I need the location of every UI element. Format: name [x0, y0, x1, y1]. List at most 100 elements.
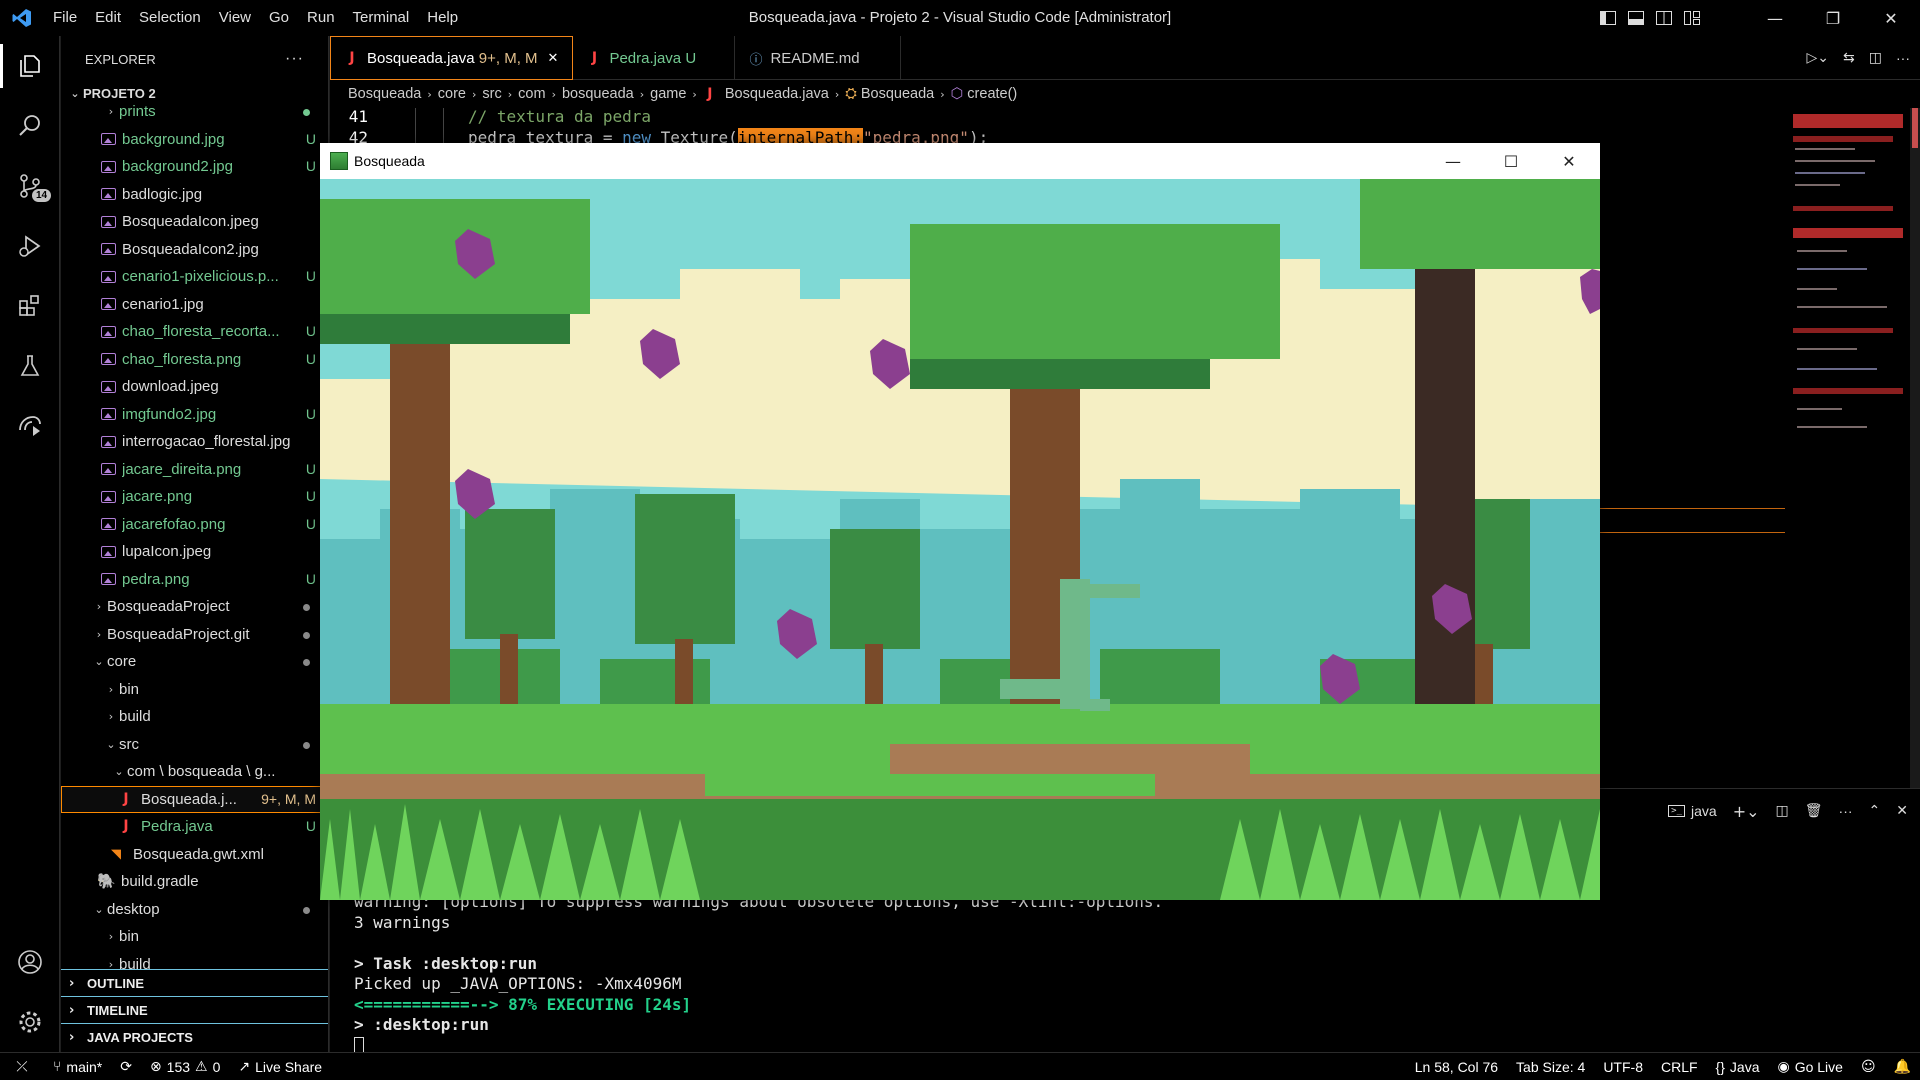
notifications-bell-icon[interactable]: 🔔: [1885, 1059, 1920, 1075]
tree-file[interactable]: interrogacao_florestal.jpg: [61, 428, 328, 456]
cursor-position[interactable]: Ln 58, Col 76: [1406, 1059, 1507, 1075]
split-editor-icon[interactable]: ◫: [1869, 50, 1882, 66]
breadcrumb-item[interactable]: Bosqueada: [861, 86, 934, 102]
new-terminal-icon[interactable]: +⌄: [1733, 802, 1760, 821]
compare-changes-icon[interactable]: ⇆: [1843, 50, 1855, 66]
menu-run[interactable]: Run: [298, 0, 344, 36]
game-minimize-icon[interactable]: —: [1424, 143, 1482, 179]
breadcrumb-item[interactable]: src: [482, 86, 501, 102]
more-actions-icon[interactable]: ···: [285, 50, 304, 68]
tree-file[interactable]: chao_floresta_recorta... U: [61, 318, 328, 346]
breadcrumb-item[interactable]: game: [650, 86, 686, 102]
branch-indicator[interactable]: ⑂ main*: [44, 1059, 111, 1075]
tab-pedra-java[interactable]: J Pedra.java U: [573, 36, 736, 80]
menu-file[interactable]: File: [44, 0, 86, 36]
breadcrumb-item[interactable]: bosqueada: [562, 86, 634, 102]
testing-icon[interactable]: [0, 336, 60, 396]
tree-folder[interactable]: › BosqueadaProject.git: [61, 621, 328, 649]
remote-explorer-icon[interactable]: [0, 396, 60, 456]
breadcrumb-item[interactable]: Bosqueada.java: [725, 86, 829, 102]
more-actions-icon[interactable]: ···: [1896, 50, 1910, 66]
tree-folder[interactable]: › build: [61, 703, 328, 731]
java-projects-section[interactable]: › JAVA PROJECTS: [61, 1023, 328, 1050]
tree-file[interactable]: chao_floresta.png U: [61, 346, 328, 374]
run-debug-icon[interactable]: [0, 216, 60, 276]
tree-file[interactable]: pedra.png U: [61, 566, 328, 594]
problems-indicator[interactable]: ⊗ 153 ⚠ 0: [141, 1059, 229, 1075]
tree-file[interactable]: ◥ Bosqueada.gwt.xml: [61, 841, 328, 869]
toggle-panel-icon[interactable]: [1622, 0, 1650, 36]
tree-file-selected[interactable]: J Bosqueada.j... 9+, M, M: [61, 785, 328, 813]
tree-file[interactable]: background.jpg U: [61, 126, 328, 154]
more-actions-icon[interactable]: ···: [1839, 803, 1853, 819]
menu-edit[interactable]: Edit: [86, 0, 130, 36]
extensions-icon[interactable]: [0, 276, 60, 336]
feedback-icon[interactable]: ☺: [1852, 1059, 1885, 1075]
manage-gear-icon[interactable]: [0, 992, 60, 1052]
tree-folder[interactable]: › BosqueadaProject: [61, 593, 328, 621]
outline-section[interactable]: › OUTLINE: [61, 969, 328, 996]
breadcrumb-item[interactable]: com: [518, 86, 545, 102]
timeline-section[interactable]: › TIMELINE: [61, 996, 328, 1023]
tree-file[interactable]: BosqueadaIcon2.jpg: [61, 236, 328, 264]
close-tab-icon[interactable]: ✕: [548, 51, 559, 66]
tree-file[interactable]: jacare_direita.png U: [61, 456, 328, 484]
toggle-primary-sidebar-icon[interactable]: [1594, 0, 1622, 36]
minimap[interactable]: [1785, 108, 1920, 788]
tree-folder-prints[interactable]: › prints: [61, 98, 328, 126]
tree-file[interactable]: 🐘 build.gradle: [61, 868, 328, 896]
live-share-button[interactable]: ↗ Live Share: [229, 1059, 331, 1075]
tree-file[interactable]: download.jpeg: [61, 373, 328, 401]
breadcrumb-item[interactable]: create(): [967, 86, 1017, 102]
game-window-titlebar[interactable]: Bosqueada — ☐ ✕: [320, 143, 1600, 179]
menu-go[interactable]: Go: [260, 0, 298, 36]
tree-folder-core[interactable]: ⌄ core: [61, 648, 328, 676]
tree-folder-desktop[interactable]: ⌄ desktop: [61, 896, 328, 924]
tree-file[interactable]: lupaIcon.jpeg: [61, 538, 328, 566]
tree-file[interactable]: jacarefofao.png U: [61, 511, 328, 539]
tree-file[interactable]: J Pedra.java U: [61, 813, 328, 841]
accounts-icon[interactable]: [0, 932, 60, 992]
split-terminal-icon[interactable]: ◫: [1776, 803, 1789, 819]
menu-help[interactable]: Help: [418, 0, 467, 36]
go-live-button[interactable]: ◉ Go Live: [1768, 1059, 1851, 1075]
tab-bosqueada-java[interactable]: J Bosqueada.java 9+, M, M ✕: [330, 36, 574, 80]
explorer-icon[interactable]: [0, 36, 60, 96]
minimize-icon[interactable]: —: [1746, 0, 1804, 36]
menu-view[interactable]: View: [210, 0, 260, 36]
source-control-icon[interactable]: 14: [0, 156, 60, 216]
tree-folder-src[interactable]: ⌄ src: [61, 731, 328, 759]
tree-file[interactable]: imgfundo2.jpg U: [61, 401, 328, 429]
tree-file[interactable]: BosqueadaIcon.jpeg: [61, 208, 328, 236]
close-icon[interactable]: ✕: [1862, 0, 1920, 36]
tree-folder[interactable]: › bin: [61, 676, 328, 704]
game-window[interactable]: Bosqueada — ☐ ✕: [320, 143, 1600, 900]
search-icon[interactable]: [0, 96, 60, 156]
tab-readme-md[interactable]: ⓘ README.md: [735, 36, 902, 80]
run-java-icon[interactable]: ▷⌄: [1807, 50, 1830, 66]
tree-file[interactable]: badlogic.jpg: [61, 181, 328, 209]
game-canvas[interactable]: [320, 179, 1600, 900]
customize-layout-icon[interactable]: [1678, 0, 1706, 36]
menu-selection[interactable]: Selection: [130, 0, 210, 36]
terminal-output[interactable]: warning: [options] To suppress warnings …: [354, 892, 1163, 1056]
remote-indicator-icon[interactable]: ⤫: [0, 1059, 44, 1075]
game-maximize-icon[interactable]: ☐: [1482, 143, 1540, 179]
language-mode[interactable]: {} Java: [1707, 1059, 1769, 1075]
close-panel-icon[interactable]: ✕: [1896, 803, 1908, 819]
terminal-instance-tab[interactable]: >_ java: [1668, 803, 1717, 819]
tree-folder-package[interactable]: ⌄ com \ bosqueada \ g...: [61, 758, 328, 786]
tree-folder[interactable]: › bin: [61, 923, 328, 951]
tree-file[interactable]: cenario1-pixelicious.p... U: [61, 263, 328, 291]
sync-icon[interactable]: ⟳: [111, 1059, 141, 1075]
game-close-icon[interactable]: ✕: [1540, 143, 1598, 179]
tab-size[interactable]: Tab Size: 4: [1507, 1059, 1594, 1075]
maximize-panel-icon[interactable]: ⌃: [1869, 803, 1881, 819]
menu-terminal[interactable]: Terminal: [344, 0, 419, 36]
tree-file[interactable]: cenario1.jpg: [61, 291, 328, 319]
toggle-secondary-sidebar-icon[interactable]: [1650, 0, 1678, 36]
trash-icon[interactable]: 🗑: [1805, 803, 1823, 819]
end-of-line[interactable]: CRLF: [1652, 1059, 1707, 1075]
tree-file[interactable]: background2.jpg U: [61, 153, 328, 181]
breadcrumb-item[interactable]: Bosqueada: [348, 86, 421, 102]
